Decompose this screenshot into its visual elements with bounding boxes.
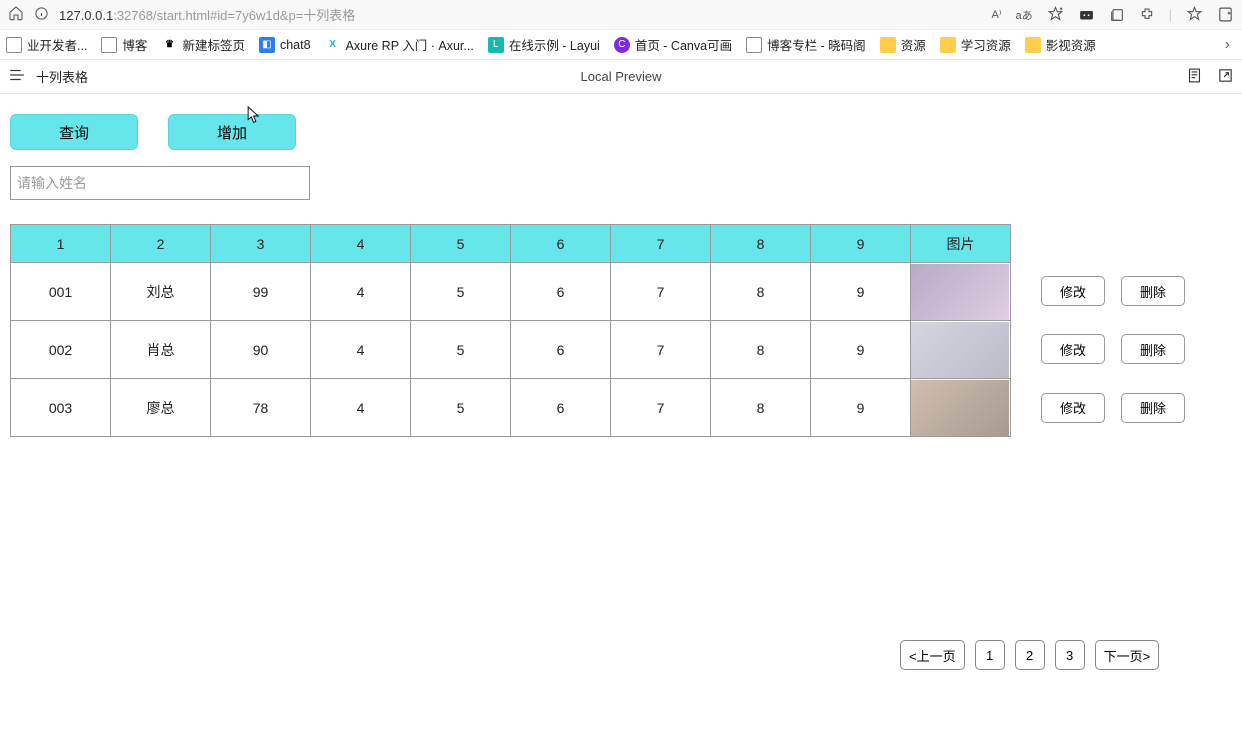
table-cell: 90: [211, 321, 311, 379]
table-cell: 6: [511, 321, 611, 379]
table-cell: 刘总: [111, 263, 211, 321]
url-bar[interactable]: 127.0.0.1:32768/start.html#id=7y6w1d&p=十…: [59, 5, 981, 24]
page-number-button[interactable]: 2: [1015, 640, 1045, 670]
table-cell: 5: [411, 321, 511, 379]
table-header: 9: [811, 225, 911, 263]
table-cell: 6: [511, 263, 611, 321]
favorites-icon[interactable]: [1186, 6, 1203, 23]
table-cell: 8: [711, 379, 811, 437]
table-cell: 7: [611, 379, 711, 437]
table-cell: 廖总: [111, 379, 211, 437]
table-row: 002肖总90456789: [11, 321, 1011, 379]
bookmarks-bar: 业开发者... 博客 ♛新建标签页 ◧chat8 XAxure RP 入门 · Axur…: [0, 30, 1242, 60]
table-cell: 肖总: [111, 321, 211, 379]
bookmark-item[interactable]: 学习资源: [940, 35, 1011, 54]
add-button[interactable]: 增加: [168, 114, 296, 150]
table-cell: 7: [611, 321, 711, 379]
delete-button[interactable]: 删除: [1121, 393, 1185, 423]
bookmark-item[interactable]: ◧chat8: [259, 35, 311, 54]
avatar: [911, 264, 1009, 320]
extensions-icon[interactable]: [1139, 7, 1155, 23]
translate-icon[interactable]: aあ: [1015, 7, 1032, 23]
table-header: 3: [211, 225, 311, 263]
edit-button[interactable]: 修改: [1041, 334, 1105, 364]
bookmarks-overflow-icon[interactable]: ›: [1225, 36, 1236, 54]
table-row: 003廖总78456789: [11, 379, 1011, 437]
table-cell: 5: [411, 379, 511, 437]
next-page-button[interactable]: 下一页>: [1095, 640, 1160, 670]
page-number-button[interactable]: 3: [1055, 640, 1085, 670]
info-icon[interactable]: [34, 6, 49, 24]
bookmark-item[interactable]: 资源: [880, 35, 926, 54]
table-cell: 4: [311, 321, 411, 379]
edit-button[interactable]: 修改: [1041, 276, 1105, 306]
delete-button[interactable]: 删除: [1121, 276, 1185, 306]
home-icon[interactable]: [8, 5, 24, 24]
notes-icon[interactable]: [1186, 67, 1203, 87]
bookmark-item[interactable]: C首页 - Canva可画: [614, 35, 732, 54]
table-row: 001刘总99456789: [11, 263, 1011, 321]
table-cell: 8: [711, 321, 811, 379]
table-cell-image: [911, 321, 1011, 379]
table-header: 5: [411, 225, 511, 263]
table-cell: 9: [811, 321, 911, 379]
browser-address-bar: 127.0.0.1:32768/start.html#id=7y6w1d&p=十…: [0, 0, 1242, 30]
table-cell: 8: [711, 263, 811, 321]
page-title: 十列表格: [36, 67, 88, 86]
avatar: [911, 380, 1009, 436]
sync-icon[interactable]: [1217, 6, 1234, 23]
avatar: [911, 322, 1009, 378]
page-number-button[interactable]: 1: [975, 640, 1005, 670]
axure-preview-bar: 十列表格 Local Preview: [0, 60, 1242, 94]
prev-page-button[interactable]: <上一页: [900, 640, 965, 670]
prototype-frame: 查询 增加 123456789图片 001刘总99456789002肖总9045…: [0, 94, 1242, 437]
table-header: 1: [11, 225, 111, 263]
bookmark-item[interactable]: 业开发者...: [6, 35, 87, 54]
name-input[interactable]: [10, 166, 310, 200]
table-cell: 78: [211, 379, 311, 437]
table-cell: 001: [11, 263, 111, 321]
app-icon[interactable]: [1078, 6, 1095, 23]
table-cell: 003: [11, 379, 111, 437]
table-cell: 5: [411, 263, 511, 321]
share-icon[interactable]: [1217, 67, 1234, 87]
collections-icon[interactable]: [1109, 7, 1125, 23]
query-button[interactable]: 查询: [10, 114, 138, 150]
table-header: 8: [711, 225, 811, 263]
favorites-add-icon[interactable]: [1047, 6, 1064, 23]
table-header: 2: [111, 225, 211, 263]
table-header: 4: [311, 225, 411, 263]
table-cell: 6: [511, 379, 611, 437]
bookmark-item[interactable]: L在线示例 - Layui: [488, 35, 600, 54]
data-table: 123456789图片 001刘总99456789002肖总9045678900…: [10, 224, 1011, 437]
delete-button[interactable]: 删除: [1121, 334, 1185, 364]
table-cell-image: [911, 263, 1011, 321]
read-aloud-icon[interactable]: A⁾: [991, 8, 1001, 21]
edit-button[interactable]: 修改: [1041, 393, 1105, 423]
sitemap-toggle-icon[interactable]: [8, 66, 26, 87]
bookmark-item[interactable]: 博客专栏 - 晓码阁: [746, 35, 866, 54]
table-header: 图片: [911, 225, 1011, 263]
table-cell: 7: [611, 263, 711, 321]
table-cell-image: [911, 379, 1011, 437]
table-header: 6: [511, 225, 611, 263]
pagination: <上一页 123 下一页>: [900, 640, 1159, 670]
table-header: 7: [611, 225, 711, 263]
bookmark-item[interactable]: 博客: [101, 35, 147, 54]
table-cell: 99: [211, 263, 311, 321]
table-cell: 4: [311, 379, 411, 437]
table-cell: 4: [311, 263, 411, 321]
table-cell: 9: [811, 379, 911, 437]
table-cell: 002: [11, 321, 111, 379]
local-preview-label: Local Preview: [581, 69, 662, 84]
table-cell: 9: [811, 263, 911, 321]
bookmark-item[interactable]: ♛新建标签页: [161, 35, 245, 54]
bookmark-item[interactable]: 影视资源: [1025, 35, 1096, 54]
bookmark-item[interactable]: XAxure RP 入门 · Axur...: [325, 35, 474, 54]
